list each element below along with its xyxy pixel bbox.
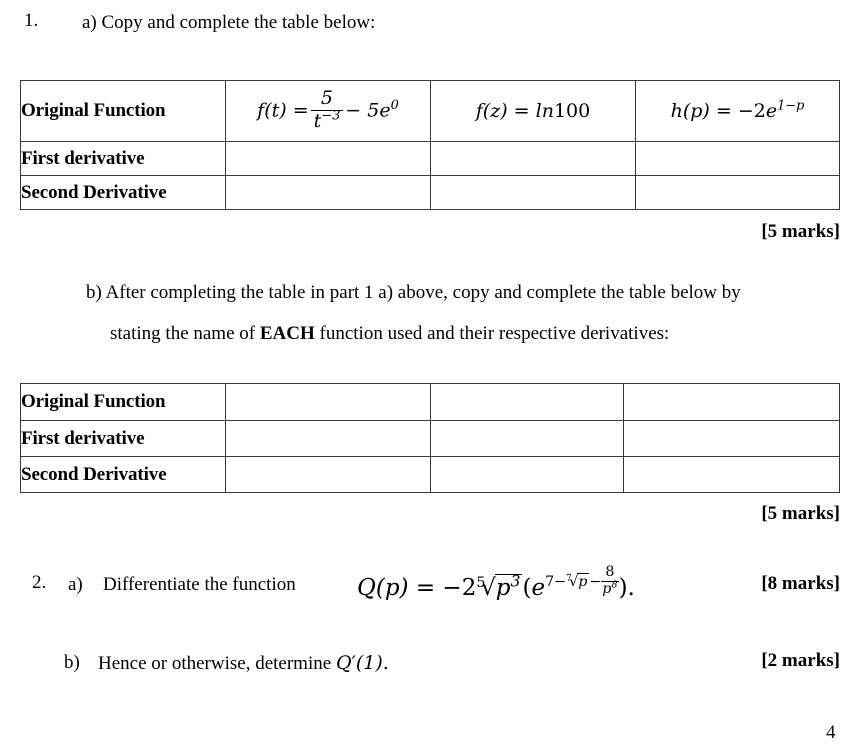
formula-base-e: e <box>531 574 546 601</box>
formula-lhs: Q(p) = <box>357 574 436 601</box>
row-label-first-derivative: First derivative <box>20 141 226 176</box>
math-tail-exponent: 0 <box>390 97 399 113</box>
formula-coefficient: −2 <box>442 574 477 601</box>
question-1b-line2-pre: stating the name of <box>110 323 260 344</box>
table-functions-part-b: Original Function First derivative Secon… <box>20 383 840 493</box>
row-label-second-derivative: Second Derivative <box>20 456 226 493</box>
cell-function-f-of-t: f(t) = 5 t−3− 5e0 <box>225 80 431 142</box>
cell-empty <box>635 175 840 210</box>
question-1-number: 1. <box>24 10 39 31</box>
cell-empty <box>225 175 431 210</box>
formula-exponent-group: 7−7√p −8 p8 <box>545 564 619 597</box>
cell-function-h-of-p: h(p) = −2e1−p <box>635 80 840 142</box>
cell-empty <box>623 420 840 457</box>
cell-empty <box>225 141 431 176</box>
math-tail-op: − 5 <box>345 99 380 121</box>
radicand-exponent: 3 <box>510 571 521 591</box>
question-2a-text: Differentiate the function <box>103 574 296 595</box>
cell-empty <box>225 383 431 421</box>
math-coefficient: −2 <box>737 99 766 122</box>
marks-question-2b: [2 marks] <box>761 650 840 671</box>
radical-index: 5 <box>476 575 486 592</box>
radicand: p3 <box>494 571 523 601</box>
math-f-of-t: f(t) = 5 t−3− 5e0 <box>257 87 399 134</box>
question-2-number: 2. <box>32 572 47 593</box>
question-1b-paragraph: b) After completing the table in part 1 … <box>86 272 846 354</box>
math-ln: ln <box>535 99 554 122</box>
cell-empty <box>225 456 431 493</box>
fraction-denominator: p8 <box>601 578 618 598</box>
question-2b-text-pre: Hence or otherwise, determine <box>98 653 336 674</box>
math-lhs: f(z) = <box>475 99 530 122</box>
cell-empty <box>430 175 636 210</box>
question-2a-letter: a) <box>68 574 83 595</box>
math-h-of-p: h(p) = −2e1−p <box>670 98 805 122</box>
row-label-second-derivative: Second Derivative <box>20 175 226 210</box>
cell-function-f-of-z: f(z) = ln100 <box>430 80 636 142</box>
radicand-base: p <box>495 574 511 601</box>
cell-empty <box>635 141 840 176</box>
radical-fifth-root: 5√p3 <box>476 571 523 601</box>
denominator-exponent: 8 <box>611 578 618 590</box>
marks-question-1a: [5 marks] <box>761 221 840 242</box>
row-label-original-function: Original Function <box>20 80 226 142</box>
table-row: First derivative <box>20 141 840 176</box>
math-lhs: f(t) = <box>257 99 309 121</box>
exponent-first-term: 7− <box>545 574 567 591</box>
cell-empty <box>430 456 624 493</box>
table-row: Second Derivative <box>20 175 840 210</box>
cell-empty <box>430 420 624 457</box>
question-2b-letter: b) <box>64 652 80 673</box>
fraction-numerator: 5 <box>310 87 344 111</box>
radical-seventh-root: 7√p <box>566 573 590 591</box>
question-1a-label: a) Copy and complete the table below: <box>82 12 376 33</box>
cell-empty <box>623 456 840 493</box>
question-1b-line1: b) After completing the table in part 1 … <box>86 282 741 303</box>
row-label-original-function: Original Function <box>20 383 226 421</box>
marks-question-2a: [8 marks] <box>761 573 840 594</box>
fraction-5-over-t: 5 t−3 <box>310 87 344 133</box>
table-functions-part-a: Original Function f(t) = 5 t−3− 5e0 f(z) =… <box>20 80 840 210</box>
table-row: Original Function f(t) = 5 t−3− 5e0 f(z) =… <box>20 80 840 142</box>
row-label-first-derivative: First derivative <box>20 420 226 457</box>
marks-question-1b: [5 marks] <box>761 503 840 524</box>
cell-empty <box>430 141 636 176</box>
formula-close-paren: ). <box>618 574 635 601</box>
cell-empty <box>623 383 840 421</box>
cell-empty <box>225 420 431 457</box>
table-row: First derivative <box>20 420 840 457</box>
math-f-of-z: f(z) = ln100 <box>476 100 590 122</box>
question-1b-emphasis: EACH <box>259 323 315 344</box>
table-row: Original Function <box>20 383 840 421</box>
question-2b-text: Hence or otherwise, determine Q′(1). <box>98 650 389 677</box>
denominator-exponent: −3 <box>321 108 341 124</box>
table-row: Second Derivative <box>20 456 840 493</box>
radical-index: 7 <box>566 574 572 585</box>
math-lhs: h(p) = <box>670 99 732 122</box>
radicand: p <box>577 573 590 591</box>
cell-empty <box>430 383 624 421</box>
math-tail-base: e <box>379 99 391 121</box>
math-q-prime-of-1: Q′(1). <box>335 652 389 674</box>
math-exponent: 1−p <box>777 98 805 114</box>
question-1b-line2-post: function used and their respective deriv… <box>314 323 670 344</box>
math-ln-argument: 100 <box>553 99 591 122</box>
fraction-denominator: t−3 <box>311 108 344 133</box>
exponent-minus-sign: − <box>589 574 602 591</box>
math-question-2a-formula: Q(p) = −25√p3(e7−7√p −8 p8). <box>357 564 635 601</box>
math-base-e: e <box>765 99 778 122</box>
exponent-fraction-8-over-p8: 8 p8 <box>601 564 619 598</box>
